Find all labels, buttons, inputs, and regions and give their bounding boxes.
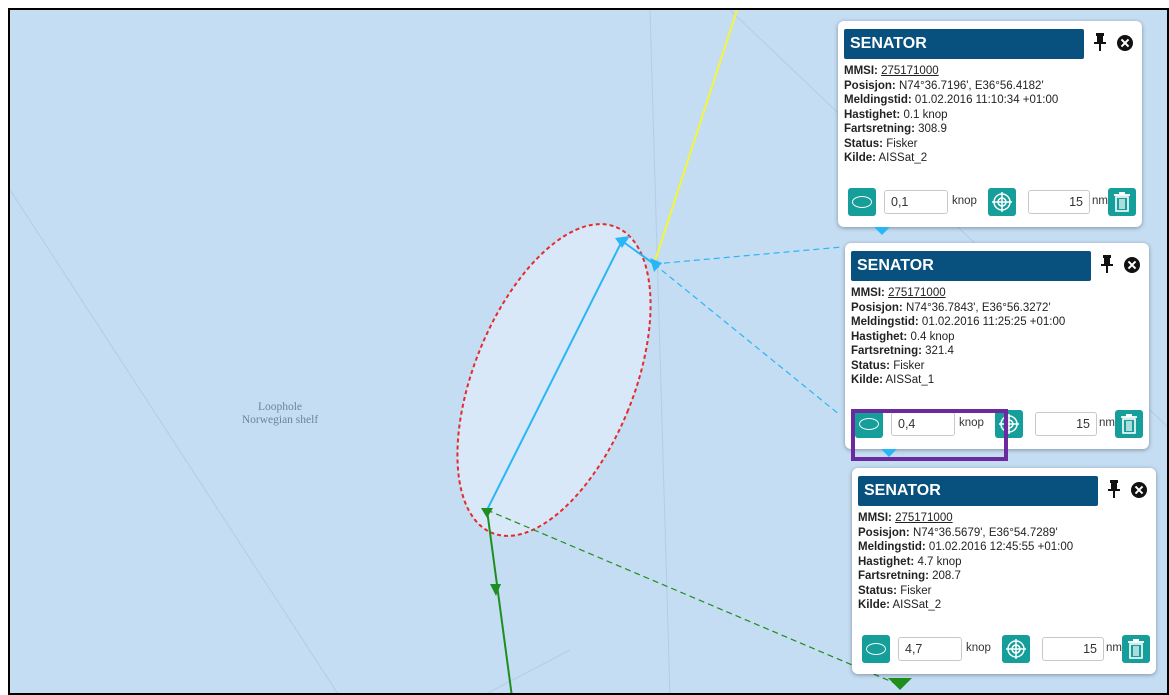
- speed-input[interactable]: [898, 637, 962, 661]
- map-boundary-line: [649, 10, 671, 693]
- time-value: 01.02.2016 11:10:34 +01:00: [914, 94, 1059, 106]
- popup-pointer: [874, 227, 890, 235]
- status-label: Status:: [858, 584, 897, 597]
- speed-label: Hastighet:: [844, 108, 901, 121]
- crosshair-icon: [992, 192, 1012, 212]
- ellipse-button[interactable]: [848, 188, 876, 216]
- time-value: 01.02.2016 12:45:55 +01:00: [928, 541, 1074, 553]
- region-label: Loophole: [257, 401, 303, 413]
- pin-icon[interactable]: [1108, 480, 1120, 498]
- trash-icon: [1114, 192, 1130, 212]
- popup-info: MMSI: 275171000 Posisjon: N74°36.7843', …: [851, 286, 1065, 388]
- position-label: Posisjon:: [858, 526, 910, 539]
- delete-button[interactable]: [1115, 410, 1143, 438]
- position-value: N74°36.7843', E36°56.3272': [905, 301, 1051, 314]
- time-label: Meldingstid:: [844, 94, 912, 106]
- crosshair-icon: [1006, 639, 1026, 659]
- source-label: Kilde:: [844, 152, 876, 164]
- mmsi-link[interactable]: 275171000: [895, 512, 953, 524]
- speed-value: 4.7 knop: [917, 555, 962, 568]
- speed-unit: knop: [966, 642, 991, 654]
- track-yellow: [653, 10, 738, 265]
- ellipse-icon: [866, 643, 886, 655]
- course-value: 208.7: [932, 570, 961, 582]
- range-button[interactable]: [988, 188, 1016, 216]
- course-label: Fartsretning:: [851, 345, 922, 357]
- delete-button[interactable]: [1108, 188, 1136, 216]
- vessel-popup-3: SENATOR MMSI: 275171000 Posisjon: N74°36…: [852, 468, 1156, 674]
- popup-connector: [653, 246, 843, 265]
- speed-value: 0.1 knop: [903, 108, 948, 121]
- popup-info: MMSI: 275171000 Posisjon: N74°36.7196', …: [844, 64, 1058, 166]
- speed-label: Hastighet:: [851, 330, 908, 343]
- popup-title: SENATOR: [851, 251, 1091, 281]
- mmsi-label: MMSI:: [851, 287, 885, 299]
- popup-connector: [486, 509, 898, 685]
- position-label: Posisjon:: [851, 301, 903, 314]
- pin-icon[interactable]: [1094, 33, 1106, 51]
- distance-input[interactable]: [1042, 637, 1104, 661]
- source-label: Kilde:: [851, 374, 883, 386]
- position-label: Posisjon:: [844, 79, 896, 92]
- status-value: Fisker: [893, 359, 925, 372]
- trash-icon: [1121, 414, 1137, 434]
- source-value: AISSat_2: [892, 599, 942, 611]
- position-value: N74°36.5679', E36°54.7289': [912, 526, 1058, 539]
- track-green: [486, 509, 513, 693]
- ellipse-button[interactable]: [862, 635, 890, 663]
- map-boundary-line: [486, 649, 571, 693]
- mmsi-link[interactable]: 275171000: [881, 65, 939, 77]
- trash-icon: [1128, 639, 1144, 659]
- popup-controls: knop nm: [858, 635, 1150, 665]
- time-label: Meldingstid:: [851, 316, 919, 328]
- popup-pointer-green: [888, 678, 912, 690]
- course-label: Fartsretning:: [858, 570, 929, 582]
- status-value: Fisker: [900, 584, 932, 597]
- speed-unit: knop: [952, 195, 977, 207]
- popup-title: SENATOR: [858, 476, 1098, 506]
- highlight-box: [851, 409, 1008, 461]
- status-value: Fisker: [886, 137, 918, 150]
- source-label: Kilde:: [858, 599, 890, 611]
- close-icon[interactable]: [1131, 482, 1147, 498]
- speed-value: 0.4 knop: [910, 330, 955, 343]
- pin-icon[interactable]: [1101, 255, 1113, 273]
- status-label: Status:: [844, 137, 883, 150]
- mmsi-label: MMSI:: [844, 65, 878, 77]
- distance-unit: nm: [1106, 642, 1122, 654]
- close-icon[interactable]: [1124, 257, 1140, 273]
- course-value: 308.9: [918, 123, 947, 135]
- close-icon[interactable]: [1117, 35, 1133, 51]
- source-value: AISSat_2: [878, 152, 928, 164]
- popup-info: MMSI: 275171000 Posisjon: N74°36.5679', …: [858, 511, 1073, 613]
- track-marker[interactable]: [490, 584, 501, 596]
- course-label: Fartsretning:: [844, 123, 915, 135]
- speed-label: Hastighet:: [858, 555, 915, 568]
- status-label: Status:: [851, 359, 890, 372]
- distance-input[interactable]: [1028, 190, 1090, 214]
- mmsi-label: MMSI:: [858, 512, 892, 524]
- delete-button[interactable]: [1122, 635, 1150, 663]
- position-value: N74°36.7196', E36°56.4182': [898, 79, 1044, 92]
- mmsi-link[interactable]: 275171000: [888, 287, 946, 299]
- region-label: Norwegian shelf: [241, 414, 319, 426]
- map-view[interactable]: Loophole Norwegian shelf SENATOR MMSI: 2…: [8, 8, 1169, 695]
- vessel-popup-1: SENATOR MMSI: 275171000 Posisjon: N74°36…: [838, 21, 1142, 235]
- speed-input[interactable]: [884, 190, 948, 214]
- ellipse-icon: [852, 196, 872, 208]
- source-value: AISSat_1: [885, 374, 935, 386]
- map-boundary-line: [10, 189, 338, 693]
- time-value: 01.02.2016 11:25:25 +01:00: [921, 316, 1066, 328]
- popup-connector: [653, 263, 841, 416]
- distance-unit: nm: [1099, 417, 1115, 429]
- distance-unit: nm: [1092, 195, 1108, 207]
- popup-controls: knop nm: [844, 188, 1136, 218]
- course-value: 321.4: [925, 345, 954, 357]
- popup-title: SENATOR: [844, 29, 1084, 59]
- distance-input[interactable]: [1035, 412, 1097, 436]
- speed-ellipse: [456, 223, 652, 537]
- time-label: Meldingstid:: [858, 541, 926, 553]
- range-button[interactable]: [1002, 635, 1030, 663]
